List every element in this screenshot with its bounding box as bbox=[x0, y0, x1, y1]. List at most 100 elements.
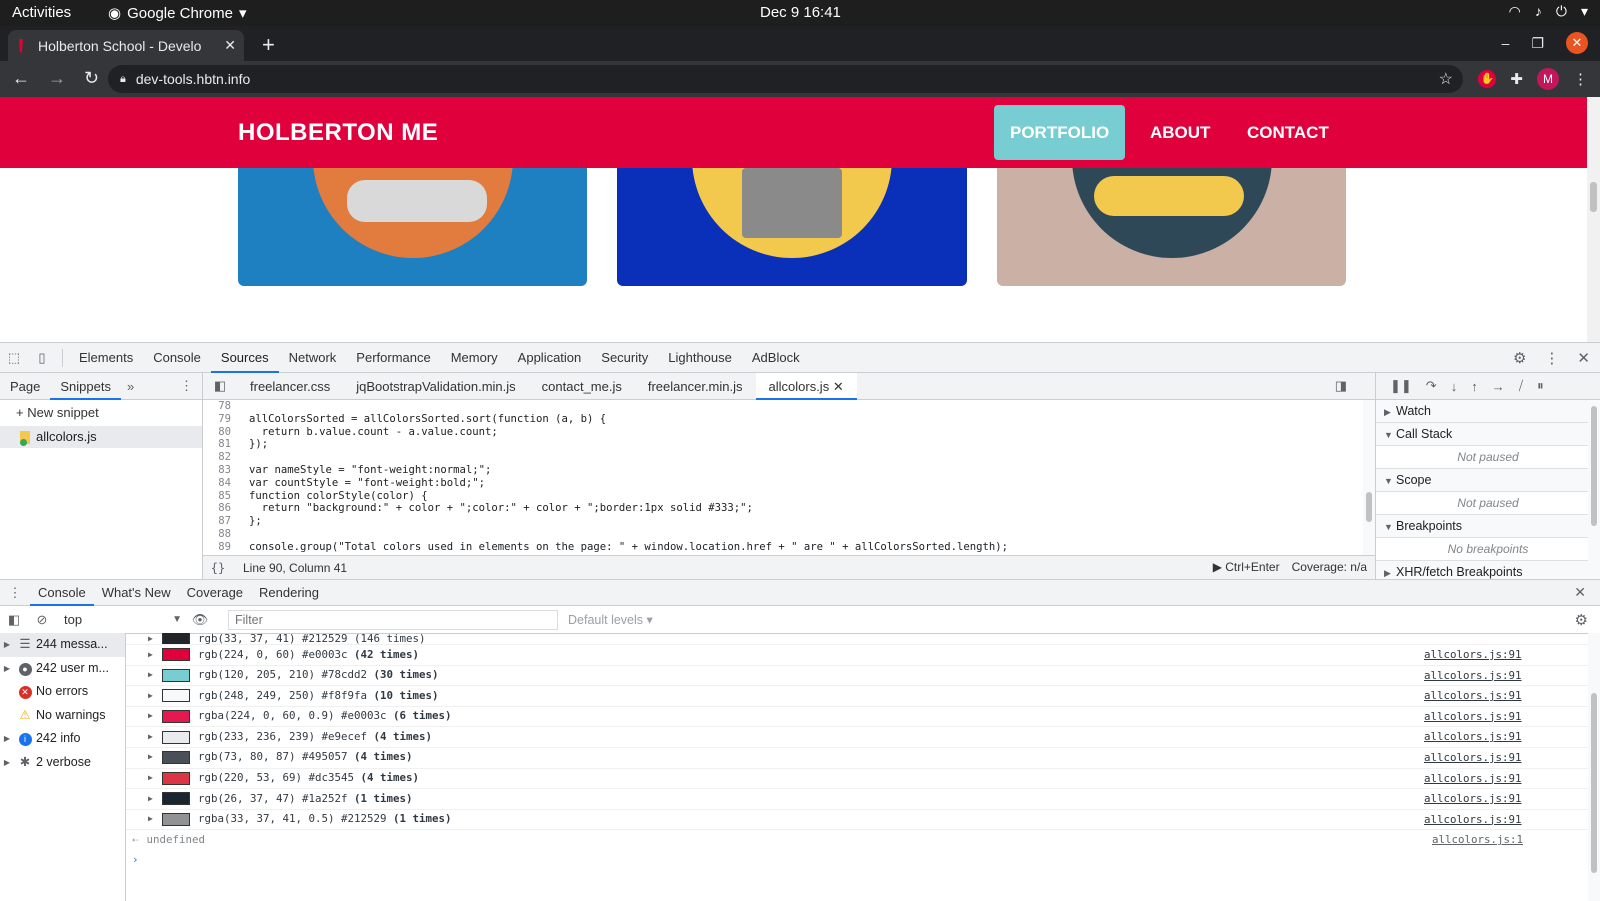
code-line[interactable]: 79 allColorsSorted = allColorsSorted.sort… bbox=[203, 413, 1348, 426]
expand-triangle-icon[interactable]: ▶ bbox=[148, 789, 162, 810]
drawer-tab-coverage[interactable]: Coverage bbox=[179, 580, 251, 606]
log-source-link[interactable]: allcolors.js:91 bbox=[1424, 686, 1522, 707]
log-source-link[interactable]: allcolors.js:91 bbox=[1424, 748, 1522, 769]
context-selector[interactable]: top ▼ bbox=[56, 610, 186, 630]
system-tray[interactable]: ◠ ♪ ⏻ ▾ bbox=[1509, 3, 1588, 20]
line-number[interactable]: 87 bbox=[203, 515, 239, 528]
log-row[interactable]: ▶ rgb(233, 236, 239) #e9ecef (4 times) all… bbox=[126, 727, 1600, 748]
expand-triangle-icon[interactable]: ▶ bbox=[148, 809, 162, 830]
tab-security[interactable]: Security bbox=[591, 343, 658, 373]
code-line[interactable]: 89 console.group("Total colors used in el… bbox=[203, 541, 1348, 554]
code-line[interactable]: 78 bbox=[203, 400, 1348, 413]
step-over-icon[interactable]: ↷ bbox=[1426, 378, 1437, 394]
clear-console-icon[interactable]: ⊘ bbox=[28, 612, 56, 628]
console-sidebar-item[interactable]: ▶ ✱ 2 verbose bbox=[0, 751, 125, 775]
site-brand[interactable]: HOLBERTON ME bbox=[238, 119, 438, 147]
close-devtools-icon[interactable]: ✕ bbox=[1577, 349, 1590, 367]
deactivate-breakpoints-icon[interactable]: ⧸ bbox=[1519, 378, 1523, 394]
log-row[interactable]: ▶ rgba(224, 0, 60, 0.9) #e0003c (6 times)… bbox=[126, 707, 1600, 728]
reload-icon[interactable]: ↻ bbox=[84, 68, 99, 89]
result-source-link[interactable]: allcolors.js:1 bbox=[1432, 830, 1523, 850]
log-source-link[interactable]: allcolors.js:91 bbox=[1424, 666, 1522, 687]
step-icon[interactable]: → bbox=[1492, 379, 1505, 394]
devtools-menu-icon[interactable]: ⋮ bbox=[1544, 349, 1559, 367]
log-source-link[interactable]: allcolors.js:91 bbox=[1424, 645, 1522, 666]
toggle-debugger-icon[interactable]: ◨ bbox=[1335, 378, 1347, 394]
console-scrollbar[interactable] bbox=[1588, 633, 1600, 901]
line-number[interactable]: 88 bbox=[203, 528, 239, 541]
adblock-icon[interactable]: ✋ bbox=[1478, 70, 1497, 88]
file-tab[interactable]: jqBootstrapValidation.min.js bbox=[343, 373, 528, 400]
scope-section[interactable]: ▼ Scope bbox=[1376, 469, 1600, 492]
portfolio-card-submarine[interactable] bbox=[997, 168, 1346, 286]
tab-lighthouse[interactable]: Lighthouse bbox=[658, 343, 742, 373]
console-sidebar-item[interactable]: ▶ ☰ 244 messa... bbox=[0, 633, 125, 657]
drawer-menu-icon[interactable]: ⋮ bbox=[0, 585, 30, 601]
console-filter-input[interactable] bbox=[228, 609, 558, 630]
restore-icon[interactable]: ❐ bbox=[1531, 35, 1544, 52]
log-source-link[interactable]: allcolors.js:91 bbox=[1424, 769, 1522, 790]
close-tab-icon[interactable]: ✕ bbox=[224, 37, 236, 54]
tab-performance[interactable]: Performance bbox=[346, 343, 440, 373]
debugger-scrollbar[interactable] bbox=[1588, 400, 1600, 579]
close-file-icon[interactable]: ✕ bbox=[833, 379, 844, 394]
nav-about[interactable]: ABOUT bbox=[1134, 105, 1226, 160]
page-scrollbar[interactable] bbox=[1587, 97, 1600, 342]
console-sidebar-item[interactable]: ✕ No errors bbox=[0, 680, 125, 704]
profile-avatar[interactable]: M bbox=[1537, 68, 1559, 90]
line-number[interactable]: 83 bbox=[203, 464, 239, 477]
console-sidebar-item[interactable]: ▶ ● 242 user m... bbox=[0, 657, 125, 681]
more-tabs-icon[interactable]: » bbox=[121, 379, 140, 394]
log-source-link[interactable]: allcolors.js:91 bbox=[1424, 810, 1522, 831]
code-line[interactable]: 88 bbox=[203, 528, 1348, 541]
nav-contact[interactable]: CONTACT bbox=[1231, 105, 1345, 160]
drawer-tab-rendering[interactable]: Rendering bbox=[251, 580, 327, 606]
line-number[interactable]: 80 bbox=[203, 426, 239, 439]
back-icon[interactable]: ← bbox=[12, 68, 30, 89]
console-sidebar-item[interactable]: ⚠ No warnings bbox=[0, 704, 125, 728]
console-sidebar-toggle-icon[interactable]: ◧ bbox=[0, 612, 28, 628]
call-stack-section[interactable]: ▼ Call Stack bbox=[1376, 423, 1600, 446]
watch-section[interactable]: ▶ Watch bbox=[1376, 400, 1600, 423]
portfolio-card-safe[interactable] bbox=[617, 168, 967, 286]
drawer-tab-console[interactable]: Console bbox=[30, 580, 94, 606]
editor-scrollbar[interactable] bbox=[1363, 400, 1375, 555]
code-line[interactable]: 82 bbox=[203, 451, 1348, 464]
file-tab[interactable]: freelancer.min.js bbox=[635, 373, 756, 400]
tab-memory[interactable]: Memory bbox=[441, 343, 508, 373]
expand-triangle-icon[interactable]: ▶ bbox=[148, 706, 162, 727]
log-row[interactable]: ▶ rgb(220, 53, 69) #dc3545 (4 times) allco… bbox=[126, 769, 1600, 790]
extensions-icon[interactable]: ✚ bbox=[1510, 70, 1523, 88]
url-text[interactable]: dev-tools.hbtn.info bbox=[136, 71, 250, 87]
console-settings-icon[interactable]: ⚙ bbox=[1575, 611, 1588, 629]
console-prompt[interactable]: › bbox=[126, 850, 1600, 870]
log-row[interactable]: ▶ rgba(33, 37, 41, 0.5) #212529 (1 times)… bbox=[126, 810, 1600, 831]
bookmark-star-icon[interactable]: ☆ bbox=[1439, 69, 1453, 89]
file-tab[interactable]: freelancer.css bbox=[237, 373, 343, 400]
clock[interactable]: Dec 9 16:41 bbox=[760, 4, 841, 21]
line-number[interactable]: 86 bbox=[203, 502, 239, 515]
code-line[interactable]: 80 return b.value.count - a.value.count; bbox=[203, 426, 1348, 439]
activities-button[interactable]: Activities bbox=[12, 4, 71, 21]
code-line[interactable]: 84 var countStyle = "font-weight:bold;"; bbox=[203, 477, 1348, 490]
lock-icon[interactable]: 🔒︎ bbox=[120, 73, 126, 86]
console-sidebar-item[interactable]: ▶ i 242 info bbox=[0, 727, 125, 751]
navigator-menu-icon[interactable]: ⋮ bbox=[180, 378, 193, 394]
tab-adblock[interactable]: AdBlock bbox=[742, 343, 810, 373]
line-number[interactable]: 78 bbox=[203, 400, 239, 413]
browser-tab[interactable]: Holberton School - Develo ✕ bbox=[8, 30, 244, 61]
address-bar[interactable]: 🔒︎ dev-tools.hbtn.info ☆ bbox=[108, 65, 1463, 93]
pause-icon[interactable]: ❚❚ bbox=[1390, 378, 1412, 394]
line-number[interactable]: 81 bbox=[203, 438, 239, 451]
drawer-tab-whats-new[interactable]: What's New bbox=[94, 580, 179, 606]
chrome-menu-icon[interactable]: ⋮ bbox=[1573, 70, 1588, 88]
log-source-link[interactable]: allcolors.js:91 bbox=[1424, 727, 1522, 748]
code-line[interactable]: 85 function colorStyle(color) { bbox=[203, 490, 1348, 503]
tab-network[interactable]: Network bbox=[279, 343, 347, 373]
expand-triangle-icon[interactable]: ▶ bbox=[148, 686, 162, 707]
close-drawer-icon[interactable]: ✕ bbox=[1574, 584, 1586, 601]
log-source-link[interactable]: allcolors.js:91 bbox=[1424, 707, 1522, 728]
line-number[interactable]: 89 bbox=[203, 541, 239, 554]
expand-triangle-icon[interactable]: ▶ bbox=[148, 645, 162, 666]
tab-elements[interactable]: Elements bbox=[69, 343, 143, 373]
